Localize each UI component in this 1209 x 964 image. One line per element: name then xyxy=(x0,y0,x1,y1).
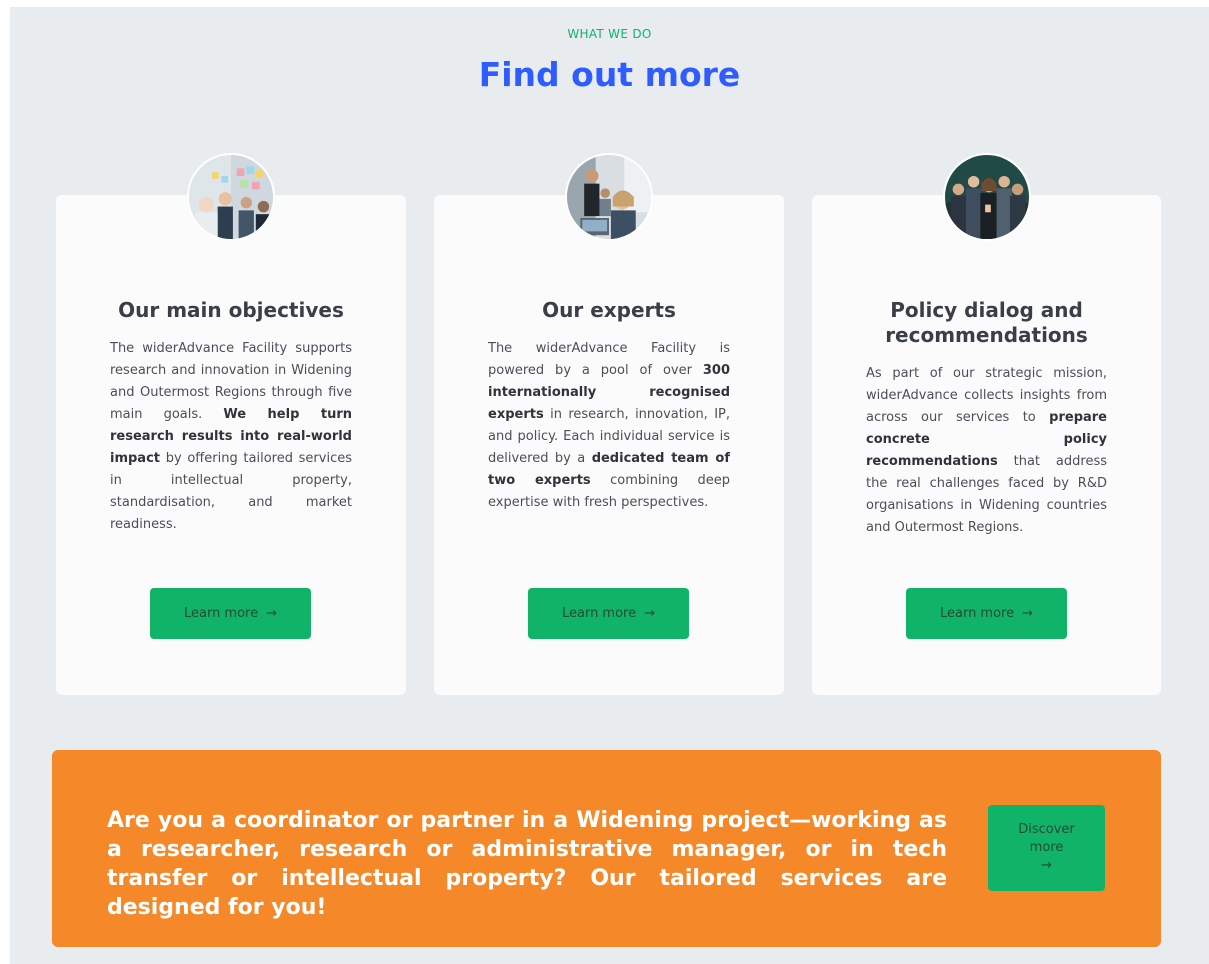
section-heading: Find out more xyxy=(478,55,741,94)
arrow-right-icon: → xyxy=(1041,858,1052,873)
card-description: The widerAdvance Facility is powered by … xyxy=(488,341,730,510)
arrow-right-icon: → xyxy=(644,606,656,621)
card-description: The widerAdvance Facility supports resea… xyxy=(110,341,352,532)
card-title: Policy dialog and recommendations xyxy=(885,298,1088,347)
experts-meeting-photo-icon xyxy=(565,153,653,241)
group-thumbs-up-photo-icon xyxy=(943,153,1031,241)
section-eyebrow: WHAT WE DO xyxy=(567,27,652,41)
button-label-line2: more xyxy=(1029,840,1064,855)
arrow-right-icon: → xyxy=(266,606,278,621)
arrow-right-icon: → xyxy=(1022,606,1034,621)
button-label-line1: Discover xyxy=(1018,822,1075,837)
button-label: Learn more xyxy=(561,606,637,621)
cta-banner: Are you a coordinator or partner in a Wi… xyxy=(52,750,1161,947)
learn-more-button-policy[interactable]: Learn more → xyxy=(906,588,1067,639)
discover-more-button[interactable]: Discover more → xyxy=(988,805,1105,891)
learn-more-button-objectives[interactable]: Learn more → xyxy=(150,588,311,639)
card-title: Our experts xyxy=(542,298,676,322)
card-policy-dialog: Policy dialog and recommendations As par… xyxy=(812,153,1161,695)
button-label: Learn more xyxy=(183,606,259,621)
card-main-objectives: Our main objectives The widerAdvance Fac… xyxy=(56,153,406,695)
card-description: As part of our strategic mission, widerA… xyxy=(866,366,1107,535)
card-our-experts: Our experts The widerAdvance Facility is… xyxy=(434,153,784,695)
learn-more-button-experts[interactable]: Learn more → xyxy=(528,588,689,639)
button-label: Learn more xyxy=(939,606,1015,621)
team-brainstorm-photo-icon xyxy=(187,153,275,241)
cta-text: Are you a coordinator or partner in a Wi… xyxy=(107,808,947,920)
card-title: Our main objectives xyxy=(118,298,344,322)
